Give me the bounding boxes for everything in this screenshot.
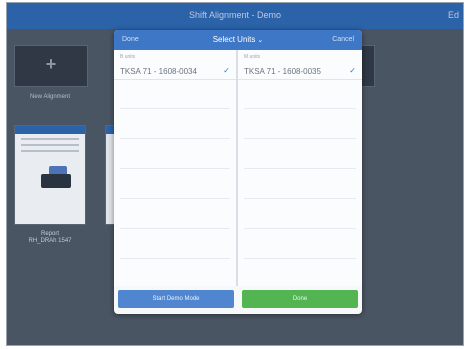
unit-list-item[interactable]: TKSA 71 - 1608-0034 ✓ xyxy=(114,63,236,80)
checkmark-icon: ✓ xyxy=(223,66,230,75)
report-thumbnail-line xyxy=(21,144,79,146)
m-units-header: M units xyxy=(244,54,261,60)
m-units-column: M units TKSA 71 - 1608-0035 ✓ xyxy=(238,50,362,286)
b-units-header: B units xyxy=(120,54,136,60)
list-separator xyxy=(244,138,356,139)
report-thumbnail-line xyxy=(21,150,79,152)
b-units-column: B units TKSA 71 - 1608-0034 ✓ xyxy=(114,50,236,286)
report-tile[interactable] xyxy=(14,125,86,225)
top-bar-right-button[interactable]: Ed xyxy=(448,10,459,20)
unit-name: TKSA 71 - 1608-0034 xyxy=(120,67,197,76)
report-thumbnail-line xyxy=(21,138,79,140)
device-image xyxy=(41,174,71,188)
unit-list-item[interactable]: TKSA 71 - 1608-0035 ✓ xyxy=(238,63,362,80)
report-label-title: Report xyxy=(40,231,59,237)
dialog-title-text: Select Units xyxy=(212,35,256,44)
list-separator xyxy=(120,108,230,109)
new-alignment-label: New Alignment xyxy=(29,94,71,100)
new-alignment-tile[interactable]: + xyxy=(14,45,88,87)
dialog-cancel-button[interactable]: Cancel xyxy=(332,36,354,43)
plus-icon: + xyxy=(45,54,57,74)
report-label-subtitle: RH_DRAh 1547 xyxy=(28,238,72,244)
checkmark-icon: ✓ xyxy=(349,66,356,75)
list-separator xyxy=(120,168,230,169)
top-bar: Shift Alignment - Demo Ed xyxy=(7,3,463,29)
list-separator xyxy=(244,108,356,109)
done-button[interactable]: Done xyxy=(242,290,358,308)
list-separator xyxy=(244,258,356,259)
report-thumbnail-header xyxy=(15,126,85,134)
list-separator xyxy=(244,198,356,199)
list-separator xyxy=(120,228,230,229)
select-units-dialog: Done Select Units ⌄ Cancel B units TKSA 7… xyxy=(114,30,362,314)
list-separator xyxy=(244,168,356,169)
unit-name: TKSA 71 - 1608-0035 xyxy=(244,67,321,76)
list-separator xyxy=(120,138,230,139)
top-bar-title: Shift Alignment - Demo xyxy=(188,10,282,20)
list-separator xyxy=(120,258,230,259)
dialog-title[interactable]: Select Units ⌄ xyxy=(114,35,362,44)
report-label: Report RH_DRAh 1547 xyxy=(14,231,86,245)
dialog-header: Done Select Units ⌄ Cancel xyxy=(114,30,362,50)
chevron-down-icon: ⌄ xyxy=(257,37,264,44)
list-separator xyxy=(244,228,356,229)
start-demo-mode-button[interactable]: Start Demo Mode xyxy=(118,290,234,308)
list-separator xyxy=(120,198,230,199)
